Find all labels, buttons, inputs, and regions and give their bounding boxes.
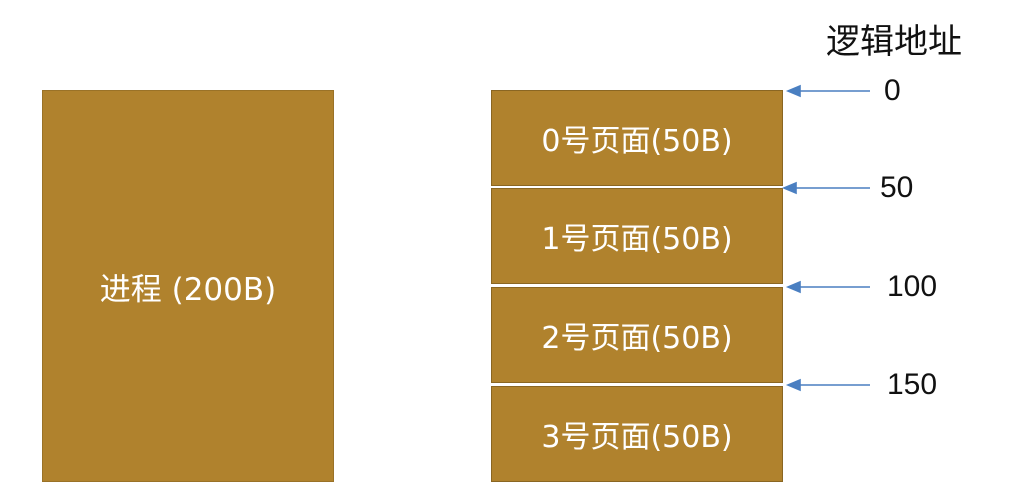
arrow-150 bbox=[785, 378, 870, 392]
address-arrows bbox=[781, 84, 870, 392]
arrow-50 bbox=[781, 181, 870, 195]
paging-diagram: 进程 (200B) 0号页面(50B) 1号页面(50B) 2号页面(50B) … bbox=[0, 0, 1022, 490]
arrow-100 bbox=[785, 280, 870, 294]
arrow-0 bbox=[785, 84, 870, 98]
